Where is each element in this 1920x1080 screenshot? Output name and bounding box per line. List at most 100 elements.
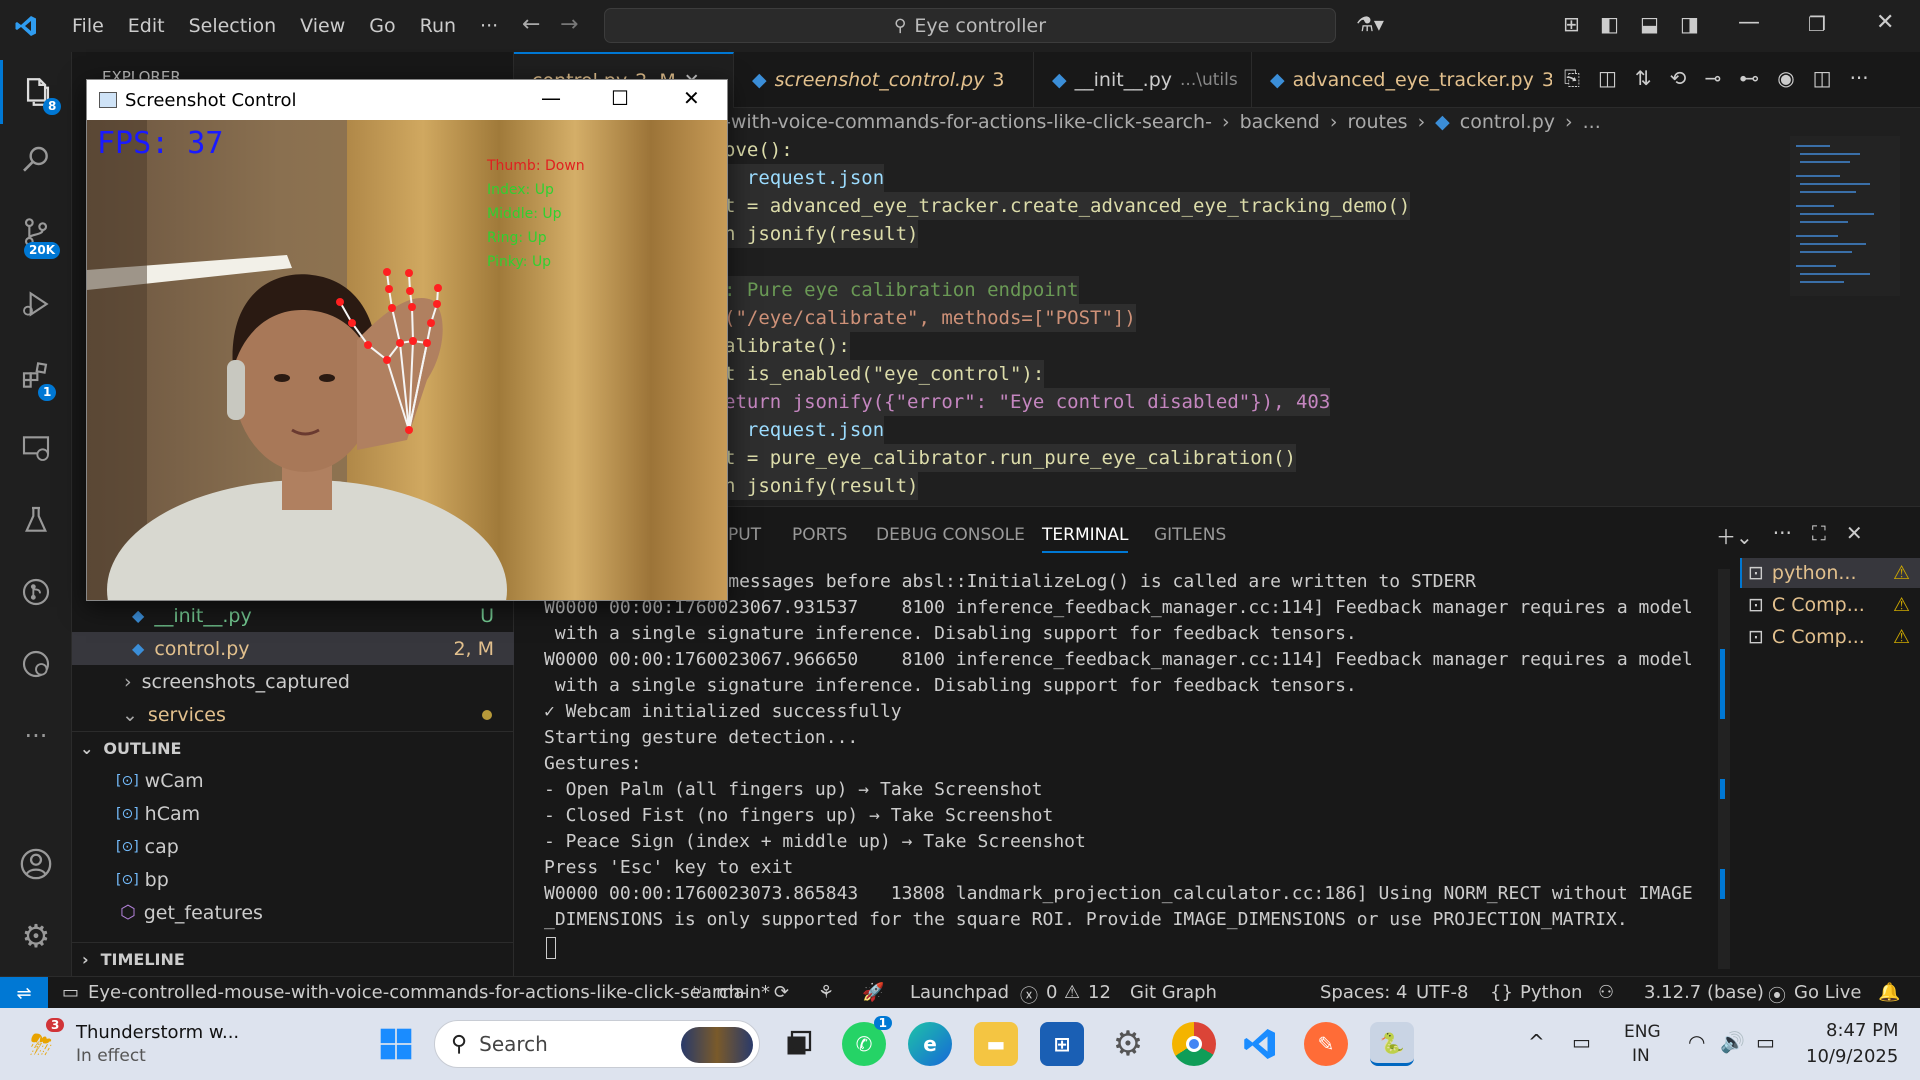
folder-row[interactable]: › screenshots_captured bbox=[72, 665, 514, 698]
menu-view[interactable]: View bbox=[288, 0, 357, 52]
status-folder[interactable]: Eye-controlled-mouse-with-voice-commands… bbox=[88, 982, 747, 1003]
breadcrumb-file[interactable]: control.py bbox=[1460, 111, 1555, 133]
weather-widget[interactable]: ⛈ 3 Thunderstorm w... In effect bbox=[24, 1018, 284, 1072]
terminal-item-selected[interactable]: ⊡ python... ⚠ bbox=[1740, 558, 1920, 588]
gitlens-inspect-icon[interactable] bbox=[0, 632, 72, 696]
source-control-icon[interactable]: 20K bbox=[0, 200, 72, 264]
status-gitgraph[interactable]: Git Graph bbox=[1130, 982, 1217, 1003]
postman-icon[interactable]: ✎ bbox=[1304, 1022, 1348, 1066]
vscode-icon[interactable] bbox=[1238, 1022, 1282, 1066]
close-icon[interactable]: ✕ bbox=[1876, 10, 1894, 35]
python-app-icon[interactable]: 🐍 bbox=[1370, 1022, 1414, 1066]
close-panel-icon[interactable]: ✕ bbox=[1846, 521, 1863, 550]
more-views-icon[interactable]: ··· bbox=[0, 704, 72, 768]
remote-indicator-icon[interactable]: ⇌ bbox=[0, 977, 48, 1009]
gitlens-toggle-icon[interactable]: ◉ bbox=[1777, 66, 1794, 90]
toggle-panel-icon[interactable]: ⬓ bbox=[1640, 12, 1659, 36]
show-hidden-icons-icon[interactable]: ^ bbox=[1528, 1030, 1545, 1054]
status-golive[interactable]: Go Live bbox=[1794, 982, 1861, 1003]
open-changes-icon[interactable]: ⎘ bbox=[1564, 66, 1580, 90]
window-minimize-icon[interactable]: — bbox=[541, 86, 561, 110]
windows-start-icon[interactable] bbox=[374, 1022, 418, 1066]
split-editor-icon[interactable]: ◫ bbox=[1813, 66, 1832, 90]
tab-ports[interactable]: PORTS bbox=[792, 525, 847, 545]
clock-date[interactable]: 10/9/2025 bbox=[1806, 1046, 1898, 1067]
testing-icon[interactable] bbox=[0, 488, 72, 552]
toggle-sidebar-icon[interactable]: ◧ bbox=[1600, 12, 1619, 36]
wifi-icon[interactable]: ◠ bbox=[1688, 1030, 1705, 1054]
status-interpreter[interactable]: 3.12.7 (base) bbox=[1644, 982, 1764, 1003]
clock-time[interactable]: 8:47 PM bbox=[1826, 1020, 1899, 1041]
status-encoding[interactable]: UTF-8 bbox=[1416, 982, 1468, 1003]
file-explorer-icon[interactable]: ▬ bbox=[974, 1022, 1018, 1066]
breadcrumb-backend[interactable]: backend bbox=[1240, 111, 1320, 133]
restore-icon[interactable]: ❐ bbox=[1808, 12, 1826, 36]
previous-change-icon[interactable]: ⊸ bbox=[1704, 66, 1721, 90]
tab-terminal[interactable]: TERMINAL bbox=[1042, 525, 1129, 553]
remote-explorer-icon[interactable] bbox=[0, 416, 72, 480]
language-top[interactable]: ENG bbox=[1624, 1022, 1661, 1042]
menu-run[interactable]: Run bbox=[408, 0, 468, 52]
task-view-icon[interactable] bbox=[776, 1022, 820, 1066]
settings-icon[interactable]: ⚙ bbox=[1106, 1022, 1150, 1066]
window-close-icon[interactable]: ✕ bbox=[683, 86, 700, 110]
whatsapp-icon[interactable]: ✆ 1 bbox=[842, 1016, 892, 1066]
status-warnings[interactable]: 12 bbox=[1088, 982, 1111, 1003]
outline-item[interactable]: ⬡ get_features bbox=[72, 896, 514, 929]
compare-icon[interactable]: ⇅ bbox=[1635, 66, 1652, 90]
terminal-output[interactable]: WARNING: All log messages before absl::I… bbox=[514, 569, 1724, 973]
minimize-icon[interactable]: — bbox=[1738, 10, 1760, 35]
battery-icon[interactable]: ▭ bbox=[1756, 1030, 1775, 1054]
toggle-secondary-sidebar-icon[interactable]: ◨ bbox=[1680, 12, 1699, 36]
tab-gitlens[interactable]: GITLENS bbox=[1154, 525, 1226, 545]
status-branch[interactable]: main* bbox=[716, 982, 770, 1003]
settings-gear-icon[interactable]: ⚙ bbox=[0, 904, 72, 968]
copilot-status-icon[interactable]: ⚇ bbox=[1598, 982, 1614, 1003]
breadcrumb-routes[interactable]: routes bbox=[1347, 111, 1407, 133]
volume-icon[interactable]: 🔊 bbox=[1720, 1030, 1745, 1054]
sync-icon[interactable]: ⟳ bbox=[774, 982, 789, 1003]
timeline-header[interactable]: › TIMELINE bbox=[72, 942, 514, 975]
back-arrow-icon[interactable]: ← bbox=[522, 12, 540, 37]
outline-item[interactable]: [⊙] cap bbox=[72, 830, 514, 863]
file-row[interactable]: ◆ __init__.py U bbox=[72, 599, 514, 632]
outline-item[interactable]: [⊙] hCam bbox=[72, 797, 514, 830]
status-language[interactable]: Python bbox=[1520, 982, 1582, 1003]
breadcrumb-folder[interactable]: -with-voice-commands-for-actions-like-cl… bbox=[724, 111, 1212, 133]
command-center-search[interactable]: ⚲ Eye controller bbox=[604, 8, 1336, 43]
chrome-icon[interactable] bbox=[1172, 1022, 1216, 1066]
extensions-icon[interactable]: 1 bbox=[0, 344, 72, 408]
more-actions-icon[interactable]: ··· bbox=[1773, 521, 1792, 550]
tab-screenshot-control-py[interactable]: ◆ screenshot_control.py 3 bbox=[734, 52, 1034, 108]
forward-arrow-icon[interactable]: → bbox=[560, 12, 578, 37]
folder-row[interactable]: ⌄ services bbox=[72, 698, 514, 731]
outline-item[interactable]: [⊙] wCam bbox=[72, 764, 514, 797]
menu-file[interactable]: File bbox=[60, 0, 116, 52]
minimap[interactable] bbox=[1790, 136, 1900, 296]
maximize-panel-icon[interactable]: ⛶ bbox=[1812, 521, 1826, 550]
edge-browser-icon[interactable]: e bbox=[908, 1022, 952, 1066]
gitlens-icon[interactable] bbox=[0, 560, 72, 624]
terminal-item[interactable]: ⊡ C Comp... ⚠ bbox=[1740, 622, 1920, 652]
status-spaces[interactable]: Spaces: 4 bbox=[1320, 982, 1407, 1003]
new-terminal-icon[interactable]: ＋⌄ bbox=[1716, 521, 1753, 550]
gitlens-status-icon[interactable]: ⚘ bbox=[818, 982, 834, 1003]
tab-output[interactable]: PUT bbox=[728, 525, 761, 545]
notifications-bell-icon[interactable]: 🔔 bbox=[1878, 982, 1900, 1003]
outline-item[interactable]: [⊙] bp bbox=[72, 863, 514, 896]
outline-header[interactable]: ⌄ OUTLINE bbox=[72, 731, 514, 764]
preview-icon[interactable]: ◫ bbox=[1598, 66, 1617, 90]
history-icon[interactable]: ⟲ bbox=[1670, 66, 1687, 90]
tab-debug-console[interactable]: DEBUG CONSOLE bbox=[876, 525, 1025, 545]
window-titlebar[interactable]: Screenshot Control — ☐ ✕ bbox=[87, 80, 727, 120]
menu-more[interactable]: ··· bbox=[468, 0, 510, 52]
tab-init-py[interactable]: ◆ __init__.py ...\utils bbox=[1034, 52, 1252, 108]
taskbar-search[interactable]: ⚲ Search bbox=[434, 1020, 760, 1068]
next-change-icon[interactable]: ⊷ bbox=[1739, 66, 1759, 90]
terminal-scrollbar[interactable] bbox=[1718, 569, 1730, 969]
search-view-icon[interactable] bbox=[0, 128, 72, 192]
status-launchpad[interactable]: Launchpad bbox=[910, 982, 1009, 1003]
window-maximize-icon[interactable]: ☐ bbox=[611, 86, 629, 110]
terminal-item[interactable]: ⊡ C Comp... ⚠ bbox=[1740, 590, 1920, 620]
file-row-selected[interactable]: ◆ control.py 2, M bbox=[72, 632, 514, 665]
